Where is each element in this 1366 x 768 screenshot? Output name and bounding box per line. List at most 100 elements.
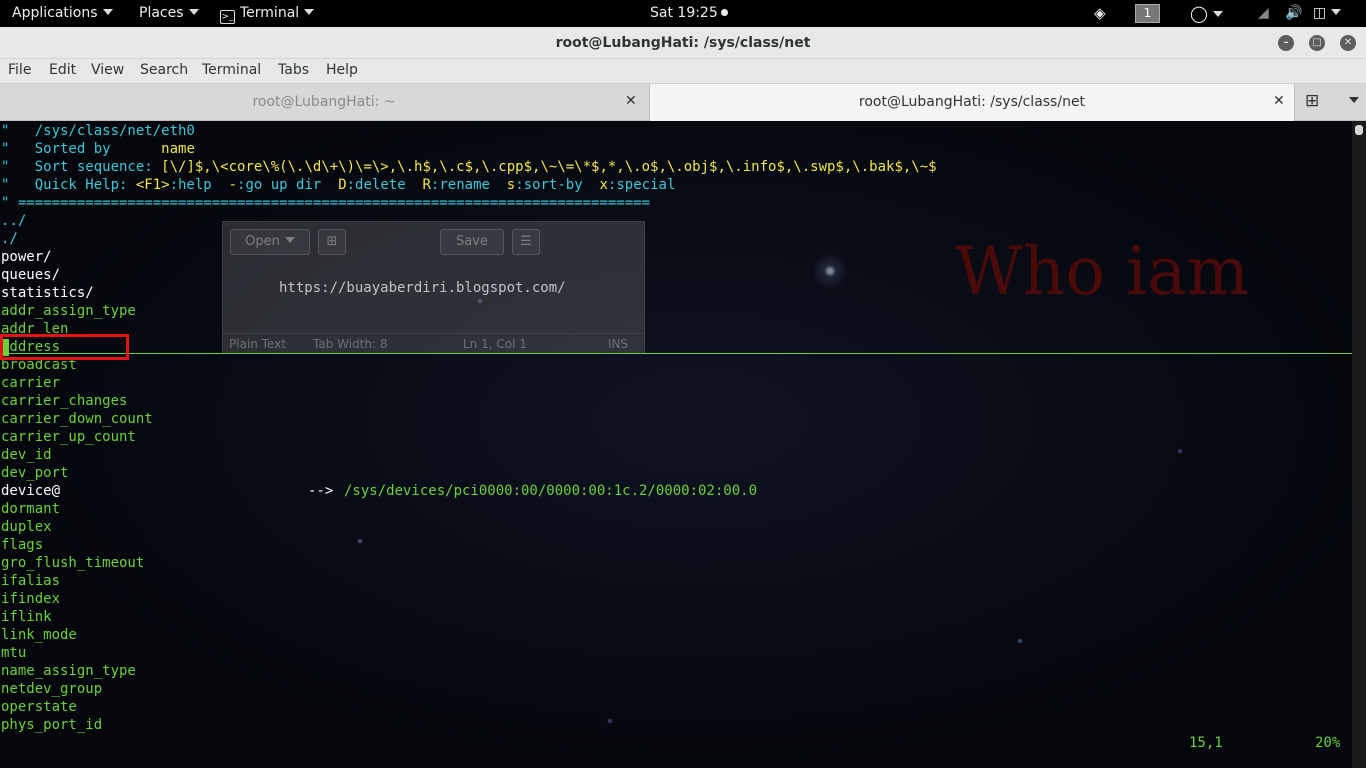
file-list-item[interactable]: link_mode bbox=[1, 626, 77, 644]
scroll-percent: 20% bbox=[1315, 735, 1341, 751]
wallpaper-text: Who iam bbox=[955, 233, 1250, 310]
sort-sequence-value: [\/]$,\<core\%(\.\d\+\)\=\>,\.h$,\.c$,\.… bbox=[161, 159, 937, 175]
file-list-item[interactable]: carrier_changes bbox=[1, 392, 127, 410]
file-list-item[interactable]: dormant bbox=[1, 500, 60, 518]
file-name: gro_flush_timeout bbox=[1, 555, 145, 571]
file-name: carrier_up_count bbox=[1, 429, 136, 445]
menu-tabs[interactable]: Tabs bbox=[278, 62, 309, 78]
file-name: mtu bbox=[1, 645, 27, 661]
clock[interactable]: Sat 19:25 bbox=[650, 0, 728, 27]
close-window-button[interactable]: ✕ bbox=[1340, 35, 1356, 51]
file-name: iflink bbox=[1, 609, 52, 625]
file-list-item[interactable]: ../ bbox=[1, 212, 26, 230]
hamburger-menu-icon: ☰ bbox=[512, 229, 540, 255]
file-name: operstate bbox=[1, 699, 77, 715]
file-name: device@ bbox=[1, 483, 61, 499]
maximize-button[interactable]: □ bbox=[1309, 35, 1325, 51]
open-button: Open bbox=[230, 229, 310, 255]
file-list-item[interactable]: queues/ bbox=[1, 266, 60, 284]
file-list-item[interactable]: operstate bbox=[1, 698, 77, 716]
insert-mode-label: INS bbox=[608, 337, 629, 351]
menu-terminal[interactable]: Terminal bbox=[202, 62, 261, 78]
file-list-item[interactable]: ifindex bbox=[1, 590, 60, 608]
file-list-item[interactable]: carrier_up_count bbox=[1, 428, 136, 446]
file-list-item[interactable]: power/ bbox=[1, 248, 52, 266]
file-list-item[interactable]: phys_port_id bbox=[1, 716, 102, 734]
file-list-item[interactable]: duplex bbox=[1, 518, 52, 536]
window-title: root@LubangHati: /sys/class/net bbox=[555, 35, 811, 51]
terminal-app-label: Terminal bbox=[240, 5, 300, 21]
tab-home[interactable]: root@LubangHati: ~ bbox=[0, 84, 648, 121]
terminal-scrollbar[interactable] bbox=[1352, 121, 1366, 768]
file-name: phys_port_id bbox=[1, 717, 103, 733]
quick-help-segment: D bbox=[338, 177, 347, 193]
menu-view[interactable]: View bbox=[91, 62, 124, 78]
menu-search[interactable]: Search bbox=[140, 62, 188, 78]
file-list-item[interactable]: flags bbox=[1, 536, 43, 554]
save-button: Save bbox=[440, 229, 504, 255]
tab-list-button[interactable] bbox=[1344, 84, 1359, 118]
volume-icon[interactable]: 🔊 bbox=[1285, 0, 1302, 27]
file-name: dev_port bbox=[1, 465, 69, 481]
accessibility-icon[interactable]: ◯ bbox=[1190, 0, 1223, 27]
file-name: name_assign_type bbox=[1, 663, 136, 679]
tab-bar: root@LubangHati: ~ ✕ root@LubangHati: /s… bbox=[0, 83, 1366, 121]
clock-label: Sat 19:25 bbox=[650, 5, 718, 21]
file-name: ./ bbox=[1, 231, 18, 247]
file-list-item[interactable]: statistics/ bbox=[1, 284, 94, 302]
workspace-indicator[interactable]: 1 bbox=[1135, 0, 1160, 27]
menu-edit[interactable]: Edit bbox=[49, 62, 76, 78]
file-list-item[interactable]: carrier_down_count bbox=[1, 410, 153, 428]
file-name: link_mode bbox=[1, 627, 77, 643]
new-tab-icon: ⊞ bbox=[1305, 91, 1320, 111]
file-list-item[interactable]: dev_port bbox=[1, 464, 68, 482]
file-list-item[interactable]: ifalias bbox=[1, 572, 60, 590]
scrollbar-thumb[interactable] bbox=[1355, 125, 1363, 135]
file-list-item[interactable]: name_assign_type bbox=[1, 662, 136, 680]
tab-close-button[interactable]: ✕ bbox=[1273, 84, 1285, 118]
minimize-button[interactable]: – bbox=[1278, 35, 1294, 51]
tab-close-button[interactable]: ✕ bbox=[625, 84, 637, 118]
network-wifi-icon[interactable]: ◢ bbox=[1258, 0, 1269, 27]
file-list-item[interactable]: mtu bbox=[1, 644, 26, 662]
terminal-view[interactable]: Who iam Open ⊞ Save ☰ https://buayaberdi… bbox=[0, 121, 1352, 768]
menu-file[interactable]: File bbox=[8, 62, 31, 78]
cursorline bbox=[0, 353, 1352, 354]
sort-sequence-label: " Sort sequence: bbox=[1, 159, 162, 175]
file-list-item[interactable]: gro_flush_timeout bbox=[1, 554, 144, 572]
tab-label: root@LubangHati: /sys/class/net bbox=[858, 94, 1086, 110]
chevron-down-icon bbox=[102, 9, 113, 15]
quick-help-segment: :go up dir bbox=[237, 177, 339, 193]
highlight-annotation-box bbox=[0, 334, 129, 360]
applications-menu[interactable]: Applications bbox=[12, 0, 113, 27]
file-list-item[interactable]: carrier bbox=[1, 374, 60, 392]
network-people-icon[interactable]: ◈ bbox=[1094, 0, 1106, 27]
menu-help[interactable]: Help bbox=[326, 62, 358, 78]
maximize-icon: □ bbox=[1312, 37, 1322, 48]
window-titlebar[interactable]: root@LubangHati: /sys/class/net – □ ✕ bbox=[0, 27, 1366, 59]
close-icon: ✕ bbox=[625, 93, 637, 109]
sorted-value: name bbox=[161, 141, 195, 157]
new-tab-button[interactable]: ⊞ bbox=[1305, 84, 1319, 118]
minimize-icon: – bbox=[1283, 37, 1289, 48]
quick-help-segment: " Quick Help: bbox=[1, 177, 136, 193]
chevron-down-icon bbox=[1349, 97, 1359, 103]
quick-help-segment: :special bbox=[607, 177, 676, 193]
places-menu[interactable]: Places bbox=[139, 0, 199, 27]
sorted-label: " Sorted by bbox=[1, 141, 162, 157]
file-list-item[interactable]: netdev_group bbox=[1, 680, 102, 698]
tab-sys-class-net[interactable]: root@LubangHati: /sys/class/net bbox=[649, 84, 1295, 121]
file-list-item[interactable]: ./ bbox=[1, 230, 18, 248]
file-name: dev_id bbox=[1, 447, 52, 463]
file-list-item[interactable]: iflink bbox=[1, 608, 52, 626]
terminal-app-menu[interactable]: >_ Terminal bbox=[220, 0, 315, 27]
file-list-item[interactable]: device@ --> /sys/devices/pci0000:00/0000:0… bbox=[1, 482, 757, 500]
file-name: duplex bbox=[1, 519, 52, 535]
battery-icon[interactable]: ◫ bbox=[1313, 0, 1342, 27]
file-name: queues/ bbox=[1, 267, 61, 283]
file-list-item[interactable]: addr_assign_type bbox=[1, 302, 136, 320]
quick-help-segment: :help bbox=[169, 177, 229, 193]
file-name: carrier bbox=[1, 375, 61, 391]
file-list-item[interactable]: dev_id bbox=[1, 446, 52, 464]
quick-help-segment: <F1> bbox=[135, 177, 170, 193]
